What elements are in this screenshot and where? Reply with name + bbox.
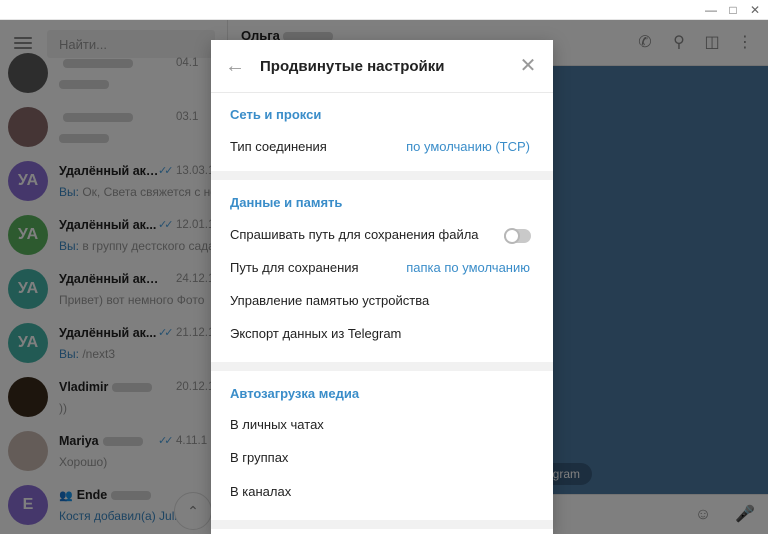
maximize-icon[interactable]: □ (722, 0, 744, 20)
dialog-title: Продвинутые настройки (260, 58, 445, 75)
connection-type-row[interactable]: Тип соединения по умолчанию (TCP) (211, 131, 553, 164)
close-icon[interactable]: ✕ (518, 56, 538, 76)
autodownload-channels-row[interactable]: В каналах (211, 476, 553, 509)
row-label: Спрашивать путь для сохранения файла (230, 227, 479, 242)
row-label: Экспорт данных из Telegram (230, 326, 402, 341)
section-title-network: Сеть и прокси (230, 107, 322, 122)
section-divider (211, 520, 553, 529)
section-divider (211, 362, 553, 371)
autodownload-private-row[interactable]: В личных чатах (211, 409, 553, 442)
close-window-icon[interactable]: ✕ (744, 0, 766, 20)
row-label: Тип соединения (230, 139, 327, 154)
row-label: Путь для сохранения (230, 260, 359, 275)
row-label: Управление памятью устройства (230, 293, 430, 308)
advanced-settings-dialog: ← Продвинутые настройки ✕ Сеть и прокси … (211, 40, 553, 534)
storage-management-row[interactable]: Управление памятью устройства (211, 285, 553, 318)
row-label: В каналах (230, 484, 292, 499)
minimize-icon[interactable]: — (700, 0, 722, 20)
export-data-row[interactable]: Экспорт данных из Telegram (211, 318, 553, 351)
row-label: В группах (230, 450, 289, 465)
section-divider (211, 171, 553, 180)
back-arrow-icon[interactable]: ← (225, 56, 245, 76)
window-titlebar: — □ ✕ (0, 0, 768, 20)
ask-download-path-row[interactable]: Спрашивать путь для сохранения файла (211, 219, 553, 252)
section-title-autodownload: Автозагрузка медиа (230, 386, 360, 401)
autodownload-groups-row[interactable]: В группах (211, 442, 553, 475)
section-title-data-storage: Данные и память (230, 195, 343, 210)
download-path-value[interactable]: папка по умолчанию (406, 260, 530, 275)
connection-type-value[interactable]: по умолчанию (TCP) (406, 139, 530, 154)
ask-download-path-toggle[interactable] (504, 228, 531, 244)
row-label: В личных чатах (230, 417, 324, 432)
download-path-row[interactable]: Путь для сохранения папка по умолчанию (211, 252, 553, 285)
dialog-header: ← Продвинутые настройки ✕ (211, 40, 553, 93)
